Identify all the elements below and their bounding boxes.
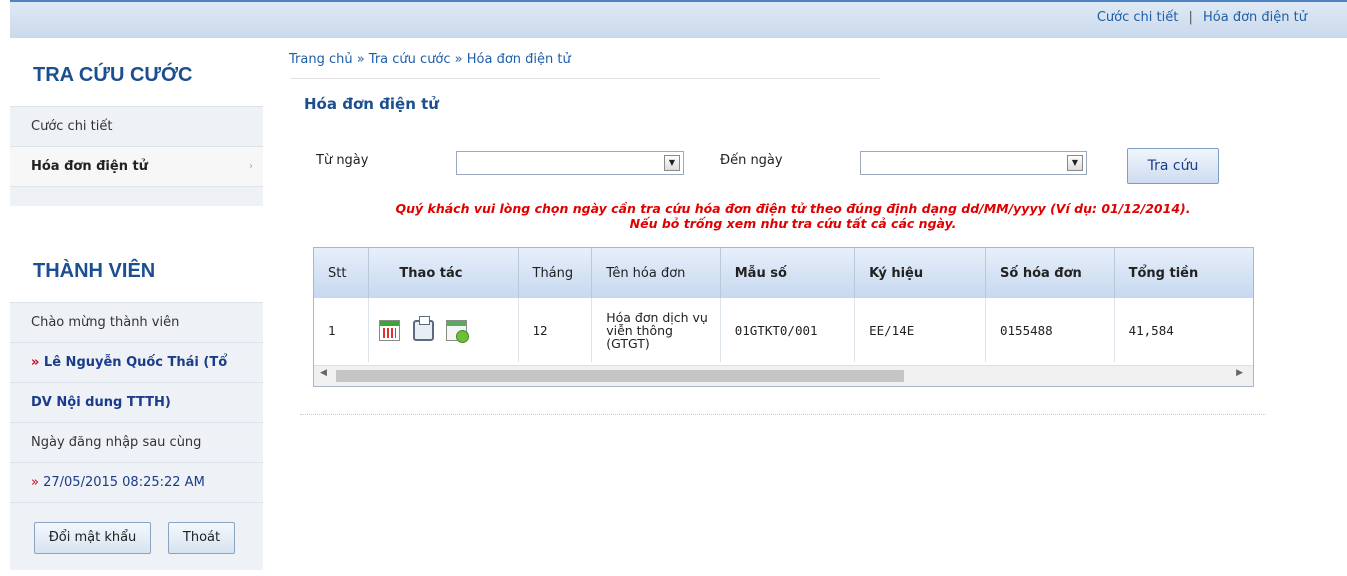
top-links: Cước chi tiết | Hóa đơn điện tử xyxy=(1097,10,1307,25)
member-title: THÀNH VIÊN xyxy=(33,260,156,282)
calendar-icon[interactable] xyxy=(379,319,401,341)
chevron-right-icon: › xyxy=(249,161,253,172)
from-date-label: Từ ngày xyxy=(316,153,369,168)
cell-stt: 1 xyxy=(314,298,370,362)
member-name-line2: DV Nội dung TTTH) xyxy=(10,382,263,422)
cell-invoice-no: 0155488 xyxy=(985,298,1115,362)
sidebar-item-label: Cước chi tiết xyxy=(31,119,113,134)
cell-total: 41,584 xyxy=(1128,322,1174,338)
last-login-value: 27/05/2015 08:25:22 AM xyxy=(38,475,205,490)
col-invoice-no: Số hóa đơn xyxy=(985,248,1115,298)
download-icon[interactable] xyxy=(446,319,470,343)
horizontal-scrollbar[interactable]: ◀ ▶ xyxy=(314,365,1253,386)
member-name-line1: » Lê Nguyễn Quốc Thái (Tổ xyxy=(10,342,263,382)
cell-symbol: EE/14E xyxy=(854,298,986,362)
lookup-title: TRA CỨU CƯỚC xyxy=(33,64,193,86)
last-login-time: » 27/05/2015 08:25:22 AM xyxy=(10,462,263,502)
col-month: Tháng xyxy=(518,248,593,298)
logout-button[interactable]: Thoát xyxy=(168,522,235,554)
table-row: 1 12 Hóa đơn dịch vụ viễn thông (GTGT) 0… xyxy=(314,298,1253,362)
table-header-row: Stt Thao tác Tháng Tên hóa đơn Mẫu số Ký… xyxy=(314,248,1253,298)
col-actions: Thao tác xyxy=(368,248,519,298)
panel-divider xyxy=(290,78,880,79)
page-title: Hóa đơn điện tử xyxy=(304,95,439,113)
format-note-line2: Nếu bỏ trống xem như tra cứu tất cả các … xyxy=(629,216,957,231)
to-date-select[interactable]: ▼ xyxy=(860,151,1087,175)
format-note-line1: Quý khách vui lòng chọn ngày cần tra cứu… xyxy=(395,201,1191,216)
top-bar: Cước chi tiết | Hóa đơn điện tử xyxy=(10,0,1347,38)
scroll-right-icon[interactable]: ▶ xyxy=(1236,368,1243,378)
last-login-text: Ngày đăng nhập sau cùng xyxy=(31,435,202,450)
top-link-detail[interactable]: Cước chi tiết xyxy=(1097,10,1179,25)
invoice-table: Stt Thao tác Tháng Tên hóa đơn Mẫu số Ký… xyxy=(313,247,1254,387)
chevron-down-icon[interactable]: ▼ xyxy=(1067,155,1083,171)
col-form-no: Mẫu số xyxy=(720,248,856,298)
printer-icon[interactable] xyxy=(412,315,434,341)
top-link-separator: | xyxy=(1188,10,1193,25)
col-invoice-name: Tên hóa đơn xyxy=(591,248,721,298)
scrollbar-thumb[interactable] xyxy=(336,370,904,382)
col-stt: Stt xyxy=(314,248,370,298)
chevron-down-icon[interactable]: ▼ xyxy=(664,155,680,171)
raquo-icon: » xyxy=(31,475,39,490)
sidebar-item-invoice[interactable]: Hóa đơn điện tử › xyxy=(10,146,263,186)
col-total: Tổng tiền xyxy=(1114,248,1253,298)
sidebar-item-detail[interactable]: Cước chi tiết xyxy=(10,106,263,146)
sidebar-item-label: Hóa đơn điện tử xyxy=(31,159,148,174)
change-password-button[interactable]: Đổi mật khẩu xyxy=(34,522,151,554)
col-symbol: Ký hiệu xyxy=(854,248,986,298)
to-date-label: Đến ngày xyxy=(720,153,783,168)
sidebar-spacer xyxy=(10,186,263,206)
welcome-text: Chào mừng thành viên xyxy=(10,302,263,342)
breadcrumb[interactable]: Trang chủ » Tra cứu cước » Hóa đơn điện … xyxy=(289,52,571,67)
from-date-select[interactable]: ▼ xyxy=(456,151,684,175)
sidebar: TRA CỨU CƯỚC Cước chi tiết Hóa đơn điện … xyxy=(10,38,263,576)
member-unit: DV Nội dung TTTH) xyxy=(31,395,171,410)
top-link-invoice[interactable]: Hóa đơn điện tử xyxy=(1203,10,1307,25)
cell-month: 12 xyxy=(518,298,593,362)
member-name: Lê Nguyễn Quốc Thái (Tổ xyxy=(39,355,228,370)
cell-actions xyxy=(368,298,519,362)
welcome-label: Chào mừng thành viên xyxy=(31,315,180,330)
cell-invoice-name: Hóa đơn dịch vụ viễn thông (GTGT) xyxy=(591,298,721,362)
cell-form-no: 01GTKT0/001 xyxy=(720,298,856,362)
search-button[interactable]: Tra cứu xyxy=(1127,148,1219,184)
content-divider xyxy=(300,414,1266,415)
last-login-label: Ngày đăng nhập sau cùng xyxy=(10,422,263,462)
scroll-left-icon[interactable]: ◀ xyxy=(320,368,327,378)
